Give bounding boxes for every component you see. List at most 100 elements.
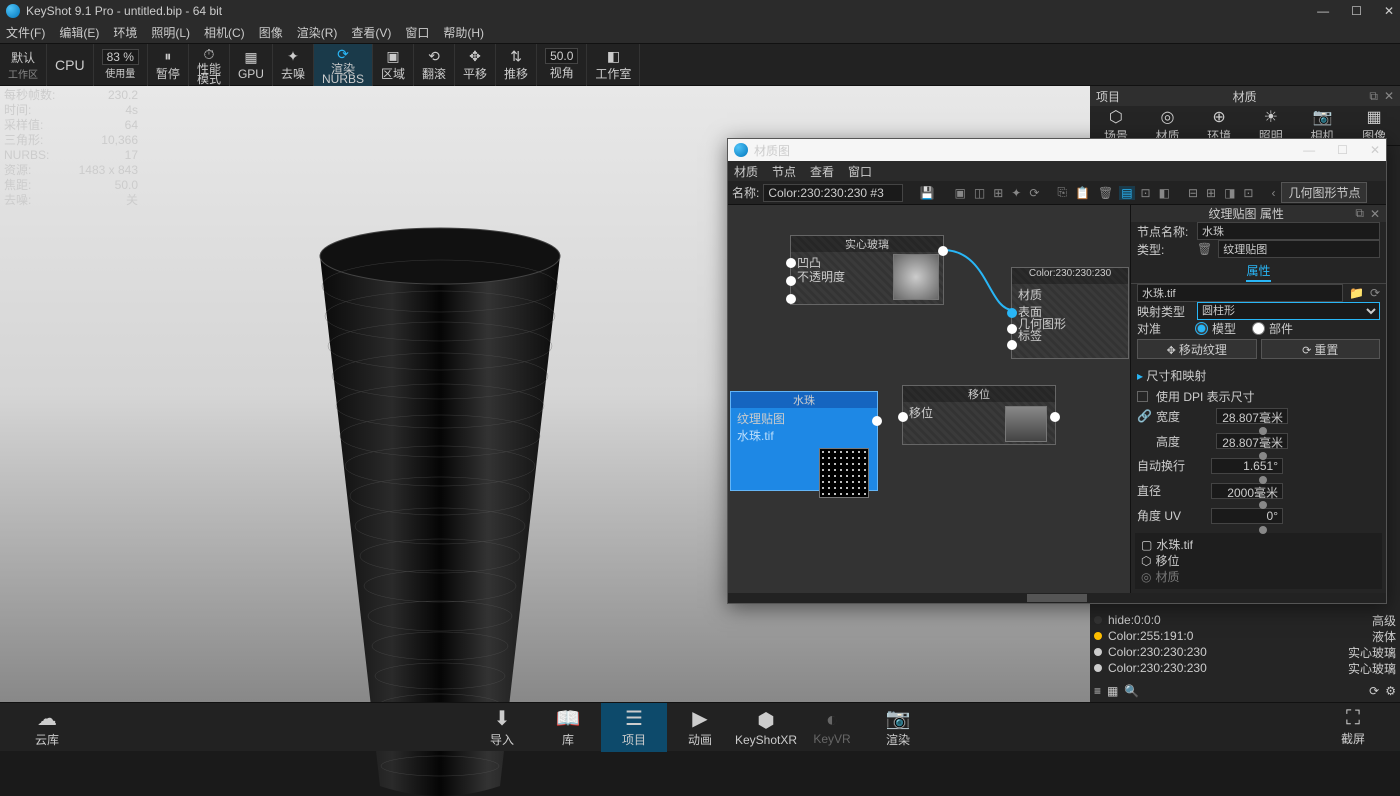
search-icon[interactable]: 🔍 bbox=[1124, 684, 1139, 698]
port[interactable] bbox=[786, 294, 796, 304]
menu-view[interactable]: 查看(V) bbox=[351, 24, 391, 41]
perf-mode-button[interactable]: ⏱性能 模式 bbox=[189, 44, 230, 86]
trash-icon[interactable]: 🗑 bbox=[1197, 242, 1212, 256]
cpu-usage[interactable]: 83 % 使用量 bbox=[94, 44, 148, 86]
move-texture-button[interactable]: ✥ 移动纹理 bbox=[1137, 339, 1257, 359]
render-button[interactable]: 📷渲染 bbox=[865, 703, 931, 752]
geo-nodes-button[interactable]: 几何图形节点 bbox=[1281, 182, 1367, 203]
material-row[interactable]: hide:0:0:0高级 bbox=[1094, 612, 1396, 628]
dpi-checkbox[interactable] bbox=[1137, 391, 1148, 402]
refresh-list-icon[interactable]: ⟳ bbox=[1369, 684, 1379, 698]
menu-edit[interactable]: 编辑(E) bbox=[59, 24, 99, 41]
delete-icon[interactable]: 🗑 bbox=[1096, 186, 1115, 200]
save-icon[interactable]: 💾 bbox=[918, 186, 937, 200]
grid-icon[interactable]: ▦ bbox=[1107, 684, 1118, 698]
import-button[interactable]: ⬇导入 bbox=[469, 703, 535, 752]
library-button[interactable]: 📖库 bbox=[535, 703, 601, 752]
align-model-radio[interactable] bbox=[1195, 322, 1208, 335]
tree-item[interactable]: ▢ 水珠.tif bbox=[1141, 537, 1376, 553]
props-popout-icon[interactable]: ⧉ bbox=[1355, 206, 1364, 221]
fov-input[interactable]: 50.0视角 bbox=[537, 44, 587, 86]
mg-menu-view[interactable]: 查看 bbox=[810, 163, 834, 180]
cpu-button[interactable]: CPU bbox=[47, 44, 94, 86]
uv-input[interactable]: 0° bbox=[1211, 508, 1283, 524]
preset-dropdown[interactable]: 默认 工作区 bbox=[0, 44, 47, 86]
tb-icon[interactable]: ⟳ bbox=[1027, 186, 1041, 200]
port-out[interactable] bbox=[938, 246, 948, 256]
tb-icon[interactable]: ⊡ bbox=[1139, 186, 1153, 200]
maximize-button[interactable]: ☐ bbox=[1351, 4, 1362, 18]
menu-light[interactable]: 照明(L) bbox=[151, 24, 190, 41]
tb-icon[interactable]: ▣ bbox=[953, 186, 968, 200]
screenshot-button[interactable]: ⛶截屏 bbox=[1320, 703, 1386, 752]
pan-button[interactable]: ✥平移 bbox=[455, 44, 496, 86]
expand-icon[interactable]: ‹ bbox=[1269, 186, 1277, 200]
mg-scrollbar[interactable] bbox=[728, 593, 1386, 603]
active-tool-icon[interactable]: ▤ bbox=[1119, 186, 1134, 200]
node-canvas[interactable]: 实心玻璃 凹凸 不透明度 Color:230:230:230 材质 表面 几何图… bbox=[728, 205, 1130, 593]
mg-titlebar[interactable]: 材质图 — ☐ ✕ bbox=[728, 139, 1386, 161]
tumble-button[interactable]: ⟲翻滚 bbox=[414, 44, 455, 86]
gpu-button[interactable]: ▦GPU bbox=[230, 44, 273, 86]
keyshotxr-button[interactable]: ⬢KeyShotXR bbox=[733, 703, 799, 752]
tb-icon[interactable]: ⊞ bbox=[991, 186, 1005, 200]
minimize-button[interactable]: — bbox=[1317, 4, 1329, 18]
folder-icon[interactable]: 📁 bbox=[1349, 286, 1364, 300]
denoise-a-button[interactable]: ✦去噪 bbox=[273, 44, 314, 86]
mg-menu-window[interactable]: 窗口 bbox=[848, 163, 872, 180]
menu-render[interactable]: 渲染(R) bbox=[297, 24, 338, 41]
port[interactable] bbox=[898, 412, 908, 422]
port-out[interactable] bbox=[1050, 412, 1060, 422]
port[interactable] bbox=[1007, 340, 1017, 350]
tree-item[interactable]: ⬡ 移位 bbox=[1141, 553, 1376, 569]
mg-name-input[interactable] bbox=[763, 184, 903, 202]
port[interactable] bbox=[786, 258, 796, 268]
file-path-input[interactable] bbox=[1137, 284, 1343, 302]
width-input[interactable]: 28.807毫米 bbox=[1216, 408, 1288, 424]
menu-window[interactable]: 窗口 bbox=[405, 24, 429, 41]
reset-button[interactable]: ⟳ 重置 bbox=[1261, 339, 1381, 359]
align-part-radio[interactable] bbox=[1252, 322, 1265, 335]
settings-icon[interactable]: ⚙ bbox=[1385, 684, 1396, 698]
material-row[interactable]: Color:230:230:230实心玻璃 bbox=[1094, 644, 1396, 660]
paste-icon[interactable]: 📋 bbox=[1073, 186, 1092, 200]
keyvr-button[interactable]: ◐KeyVR bbox=[799, 703, 865, 752]
node-material[interactable]: Color:230:230:230 材质 表面 几何图形 标签 bbox=[1011, 267, 1129, 359]
nurbs-button[interactable]: ⟳渲染 NURBS bbox=[314, 44, 373, 86]
port[interactable] bbox=[786, 276, 796, 286]
node-glass[interactable]: 实心玻璃 凹凸 不透明度 bbox=[790, 235, 944, 305]
port-surface[interactable] bbox=[1007, 308, 1017, 318]
copy-icon[interactable]: ⎘ bbox=[1055, 185, 1069, 200]
animation-button[interactable]: ▶动画 bbox=[667, 703, 733, 752]
pause-button[interactable]: ⏸暂停 bbox=[148, 44, 189, 86]
close-button[interactable]: ✕ bbox=[1384, 4, 1394, 18]
menu-image[interactable]: 图像 bbox=[259, 24, 283, 41]
menu-help[interactable]: 帮助(H) bbox=[443, 24, 484, 41]
port[interactable] bbox=[1007, 324, 1017, 334]
material-row[interactable]: Color:230:230:230实心玻璃 bbox=[1094, 660, 1396, 676]
list-icon[interactable]: ≡ bbox=[1094, 684, 1101, 698]
link-icon[interactable]: 🔗 bbox=[1137, 409, 1152, 423]
auto-input[interactable]: 1.651° bbox=[1211, 458, 1283, 474]
menu-file[interactable]: 文件(F) bbox=[6, 24, 45, 41]
tb-icon[interactable]: ⊞ bbox=[1204, 186, 1218, 200]
material-row[interactable]: Color:255:191:0液体 bbox=[1094, 628, 1396, 644]
height-input[interactable]: 28.807毫米 bbox=[1216, 433, 1288, 449]
mg-close-button[interactable]: ✕ bbox=[1370, 143, 1380, 157]
cloud-library-button[interactable]: ☁云库 bbox=[14, 703, 80, 752]
mg-menu-node[interactable]: 节点 bbox=[772, 163, 796, 180]
diameter-input[interactable]: 2000毫米 bbox=[1211, 483, 1283, 499]
tb-icon[interactable]: ⊡ bbox=[1241, 186, 1255, 200]
mg-minimize-button[interactable]: — bbox=[1303, 143, 1315, 157]
dolly-button[interactable]: ⇅推移 bbox=[496, 44, 537, 86]
mapping-type-select[interactable]: 圆柱形 bbox=[1197, 302, 1380, 320]
node-texture[interactable]: 水珠 纹理贴图 水珠.tif bbox=[730, 391, 878, 491]
panel-close-icon[interactable]: ✕ bbox=[1384, 89, 1394, 103]
studio-button[interactable]: ◧工作室 bbox=[587, 44, 640, 86]
node-displacement[interactable]: 移位 移位 bbox=[902, 385, 1056, 445]
props-close-icon[interactable]: ✕ bbox=[1370, 207, 1380, 221]
tb-icon[interactable]: ✦ bbox=[1009, 186, 1023, 200]
port-out[interactable] bbox=[872, 416, 882, 426]
tree-item[interactable]: ◎ 材质 bbox=[1141, 569, 1376, 585]
node-name-input[interactable] bbox=[1197, 222, 1380, 240]
